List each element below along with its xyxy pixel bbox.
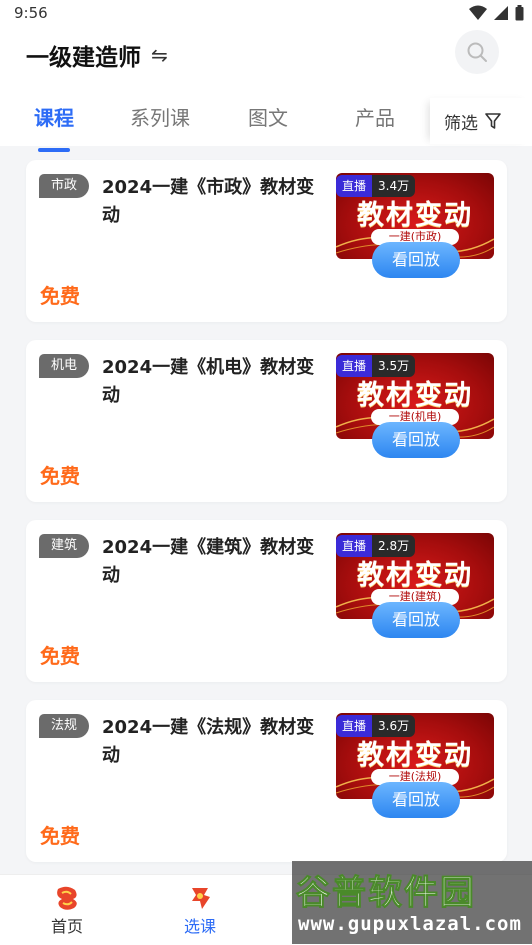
course-title: 2024一建《市政》教材变动	[102, 177, 315, 226]
page-title: 一级建造师	[26, 45, 141, 71]
nav-label-home: 首页	[50, 917, 83, 936]
search-icon	[467, 42, 487, 62]
course-select-icon	[192, 888, 210, 909]
course-card[interactable]: 法规 2024一建《法规》教材变动 免费 直播 3.6万 教材变动 一建(法规)…	[26, 700, 507, 862]
course-card[interactable]: 市政 2024一建《市政》教材变动 免费 直播 3.4万 教材变动 一建(市政)…	[26, 160, 507, 322]
course-price: 免费	[40, 284, 80, 308]
replay-button[interactable]: 看回放	[372, 782, 460, 818]
nav-item-course-select[interactable]: 选课	[160, 885, 240, 937]
active-tab-indicator	[38, 148, 70, 152]
exam-switcher[interactable]: 一级建造师 ⇋	[26, 38, 168, 72]
thumbnail-title: 教材变动	[357, 560, 473, 591]
thumbnail-title: 教材变动	[357, 740, 473, 771]
course-price: 免费	[40, 644, 80, 668]
tab-bar: 课程 系列课 图文 产品 筛选	[0, 98, 532, 152]
subject-tag: 机电	[39, 354, 90, 378]
filter-button[interactable]: 筛选	[430, 98, 532, 144]
subject-tag: 建筑	[39, 534, 90, 558]
home-icon	[57, 886, 77, 910]
tab-series[interactable]: 系列课	[130, 102, 190, 131]
search-button[interactable]	[455, 30, 499, 74]
thumbnail-title: 教材变动	[357, 380, 473, 411]
status-icons	[469, 5, 524, 21]
watermark: 谷普软件园 www.gupuxlazal.com	[292, 861, 532, 944]
status-time: 9:56	[14, 4, 48, 22]
tab-products[interactable]: 产品	[355, 102, 395, 131]
nav-label-course-select: 选课	[183, 917, 216, 936]
course-title: 2024一建《法规》教材变动	[102, 717, 315, 766]
tab-articles[interactable]: 图文	[248, 102, 288, 131]
header: 一级建造师 ⇋ 课程 系列课 图文 产品 筛选	[0, 28, 532, 152]
subject-tag: 市政	[39, 174, 90, 198]
filter-label: 筛选	[444, 113, 478, 134]
watermark-title: 谷普软件园	[296, 873, 476, 914]
battery-icon	[515, 5, 524, 21]
signal-icon	[494, 6, 508, 20]
status-bar: 9:56	[0, 0, 532, 28]
course-title: 2024一建《机电》教材变动	[102, 357, 315, 406]
replay-button[interactable]: 看回放	[372, 422, 460, 458]
filter-icon	[485, 113, 501, 129]
course-card[interactable]: 建筑 2024一建《建筑》教材变动 免费 直播 2.8万 教材变动 一建(建筑)…	[26, 520, 507, 682]
course-price: 免费	[40, 464, 80, 488]
course-title: 2024一建《建筑》教材变动	[102, 537, 315, 586]
replay-button[interactable]: 看回放	[372, 242, 460, 278]
wifi-icon	[469, 5, 487, 20]
watermark-url: www.gupuxlazal.com	[298, 913, 522, 935]
swap-icon: ⇋	[151, 43, 168, 67]
subject-tag: 法规	[39, 714, 90, 738]
course-price: 免费	[40, 824, 80, 848]
tab-courses[interactable]: 课程	[34, 102, 74, 131]
nav-item-home[interactable]: 首页	[27, 885, 107, 937]
thumbnail-title: 教材变动	[357, 200, 473, 231]
course-card[interactable]: 机电 2024一建《机电》教材变动 免费 直播 3.5万 教材变动 一建(机电)…	[26, 340, 507, 502]
replay-button[interactable]: 看回放	[372, 602, 460, 638]
